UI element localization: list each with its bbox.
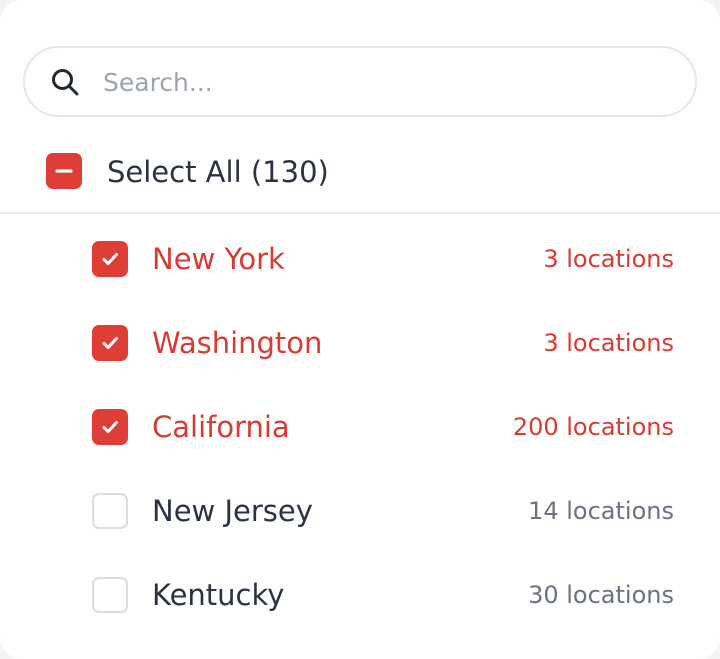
location-name: Kentucky <box>152 578 285 612</box>
checkbox-checked[interactable] <box>92 325 128 361</box>
list-item-new-jersey[interactable]: New Jersey 14 locations <box>0 469 720 553</box>
search-input[interactable] <box>103 58 663 106</box>
checkbox-unchecked[interactable] <box>92 577 128 613</box>
location-count: 14 locations <box>528 497 674 525</box>
search-icon <box>50 67 80 97</box>
search-box[interactable] <box>23 46 697 117</box>
location-name: New Jersey <box>152 494 313 528</box>
checkbox-unchecked[interactable] <box>92 493 128 529</box>
location-filter-panel: Select All (130) New York 3 locations Wa… <box>0 0 720 659</box>
check-icon <box>102 421 118 433</box>
list-item-kentucky[interactable]: Kentucky 30 locations <box>0 553 720 637</box>
check-icon <box>102 337 118 349</box>
location-count: 30 locations <box>528 581 674 609</box>
location-count: 3 locations <box>543 329 674 357</box>
location-name: California <box>152 410 290 444</box>
list-item-california[interactable]: California 200 locations <box>0 385 720 469</box>
location-count: 200 locations <box>512 413 674 441</box>
location-name: New York <box>152 242 285 276</box>
minus-icon <box>55 169 73 173</box>
list-item-new-york[interactable]: New York 3 locations <box>0 217 720 301</box>
list-item-washington[interactable]: Washington 3 locations <box>0 301 720 385</box>
select-all-checkbox[interactable] <box>46 153 82 189</box>
location-count: 3 locations <box>543 245 674 273</box>
select-all-row[interactable]: Select All (130) <box>0 134 720 214</box>
check-icon <box>102 253 118 265</box>
select-all-label: Select All (130) <box>107 155 329 189</box>
checkbox-checked[interactable] <box>92 409 128 445</box>
location-name: Washington <box>152 326 323 360</box>
checkbox-checked[interactable] <box>92 241 128 277</box>
